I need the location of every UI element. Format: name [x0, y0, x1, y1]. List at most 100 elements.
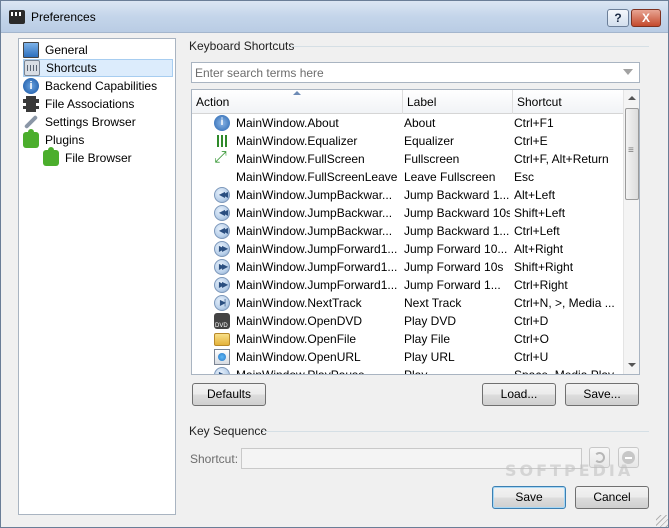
table-row[interactable]: MainWindow.FullScreenLeave Leave Fullscr…	[192, 168, 623, 186]
url-icon	[214, 349, 230, 365]
key-sequence-group-title: Key Sequence	[189, 424, 268, 438]
label-cell: Jump Backward 1...	[404, 224, 510, 238]
sort-ascending-icon	[293, 91, 301, 95]
fullscreen-icon	[214, 151, 230, 167]
resize-grip-icon[interactable]	[656, 515, 668, 527]
action-cell: MainWindow.JumpForward1...	[236, 260, 398, 274]
scroll-down-icon[interactable]	[624, 357, 639, 374]
sidebar-item-file-associations[interactable]: File Associations	[23, 95, 173, 113]
save-shortcuts-button[interactable]: Save...	[565, 383, 639, 406]
table-row[interactable]: MainWindow.OpenURL Play URL Ctrl+U	[192, 348, 623, 366]
shortcut-cell: Ctrl+D	[514, 314, 549, 328]
vertical-scrollbar[interactable]	[623, 90, 639, 374]
table-row[interactable]: MainWindow.JumpForward1... Jump Forward …	[192, 240, 623, 258]
shortcut-cell: Shift+Left	[514, 206, 566, 220]
table-row[interactable]: MainWindow.PlayPause Play Space, Media P…	[192, 366, 623, 375]
column-header-label: Action	[196, 95, 230, 109]
shortcut-cell: Space, Media Play	[514, 368, 615, 375]
table-row[interactable]: MainWindow.NextTrack Next Track Ctrl+N, …	[192, 294, 623, 312]
table-header: Action Label Shortcut	[192, 90, 623, 114]
shortcut-cell: Ctrl+N, >, Media ...	[514, 296, 615, 310]
label-cell: Play	[404, 368, 428, 375]
shortcut-cell: Ctrl+F, Alt+Return	[514, 152, 609, 166]
sidebar-item-general[interactable]: General	[23, 41, 173, 59]
action-cell: MainWindow.Equalizer	[236, 134, 358, 148]
label-cell: Jump Forward 10...	[404, 242, 508, 256]
sidebar-item-label: Plugins	[45, 133, 85, 147]
action-cell: MainWindow.About	[236, 116, 339, 130]
table-row[interactable]: MainWindow.JumpBackwar... Jump Backward …	[192, 204, 623, 222]
chevron-down-icon[interactable]	[623, 69, 633, 75]
title-bar[interactable]: Preferences ? X	[1, 1, 668, 33]
preferences-window: Preferences ? X General Shortcuts i Back…	[0, 0, 669, 528]
action-cell: MainWindow.JumpBackwar...	[236, 224, 393, 238]
label-cell: Jump Backward 1...	[404, 188, 510, 202]
play-icon	[214, 367, 230, 374]
table-row[interactable]: MainWindow.JumpBackwar... Jump Backward …	[192, 222, 623, 240]
cancel-button[interactable]: Cancel	[575, 486, 649, 509]
label-cell: Play DVD	[404, 314, 457, 328]
scroll-up-icon[interactable]	[624, 90, 639, 107]
info-icon: i	[214, 115, 230, 131]
sidebar-item-settings-browser[interactable]: Settings Browser	[23, 113, 173, 131]
shortcuts-table: Action Label Shortcut i MainWindow.About…	[191, 89, 640, 375]
column-header-shortcut[interactable]: Shortcut	[513, 90, 623, 114]
save-button[interactable]: Save	[492, 486, 566, 509]
table-row[interactable]: MainWindow.JumpForward1... Jump Forward …	[192, 258, 623, 276]
sidebar-item-label: Settings Browser	[45, 115, 136, 129]
shortcut-field-label: Shortcut:	[190, 452, 239, 466]
table-row[interactable]: MainWindow.FullScreen Fullscreen Ctrl+F,…	[192, 150, 623, 168]
sidebar-item-backend-capabilities[interactable]: i Backend Capabilities	[23, 77, 173, 95]
label-cell: Play URL	[404, 350, 455, 364]
search-field[interactable]	[191, 62, 640, 83]
sidebar-item-plugins[interactable]: Plugins	[23, 129, 173, 149]
keyboard-shortcuts-group-title: Keyboard Shortcuts	[189, 39, 295, 53]
table-row[interactable]: MainWindow.OpenFile Play File Ctrl+O	[192, 330, 623, 348]
action-cell: MainWindow.OpenDVD	[236, 314, 363, 328]
seek-forward-icon	[214, 277, 230, 293]
sidebar-item-label: File Associations	[45, 97, 135, 111]
defaults-button[interactable]: Defaults	[192, 383, 266, 406]
info-icon: i	[23, 78, 39, 94]
table-row[interactable]: MainWindow.JumpForward1... Jump Forward …	[192, 276, 623, 294]
shortcut-cell: Esc	[514, 170, 535, 184]
window-title: Preferences	[31, 10, 96, 24]
puzzle-icon	[23, 129, 39, 148]
keyboard-icon	[24, 60, 40, 76]
group-divider	[263, 431, 649, 432]
table-row[interactable]: MainWindow.OpenDVD Play DVD Ctrl+D	[192, 312, 623, 330]
close-button[interactable]: X	[631, 9, 661, 27]
action-cell: MainWindow.NextTrack	[236, 296, 362, 310]
action-cell: MainWindow.JumpBackwar...	[236, 206, 393, 220]
seek-forward-icon	[214, 241, 230, 257]
watermark: SOFTPEDIA	[505, 461, 634, 480]
label-cell: Jump Forward 1...	[404, 278, 501, 292]
monitor-icon	[23, 42, 39, 58]
puzzle-icon	[43, 147, 59, 166]
sidebar: General Shortcuts i Backend Capabilities…	[18, 38, 176, 515]
sidebar-item-shortcuts[interactable]: Shortcuts	[23, 59, 173, 77]
action-cell: MainWindow.FullScreenLeave	[236, 170, 398, 184]
label-cell: Next Track	[404, 296, 462, 310]
scroll-thumb[interactable]	[625, 108, 639, 200]
table-row[interactable]: i MainWindow.About About Ctrl+F1	[192, 114, 623, 132]
sidebar-item-label: Backend Capabilities	[45, 79, 158, 93]
film-icon	[23, 96, 39, 112]
label-cell: Equalizer	[404, 134, 455, 148]
search-input[interactable]	[192, 63, 612, 82]
table-row[interactable]: MainWindow.Equalizer Equalizer Ctrl+E	[192, 132, 623, 150]
sidebar-item-file-browser[interactable]: File Browser	[43, 147, 173, 167]
label-cell: Play File	[404, 332, 451, 346]
sidebar-item-label: Shortcuts	[46, 61, 97, 75]
load-button[interactable]: Load...	[482, 383, 556, 406]
equalizer-icon	[214, 133, 230, 149]
column-header-label[interactable]: Label	[403, 90, 513, 114]
label-cell: Jump Forward 10s	[404, 260, 504, 274]
shortcut-cell: Alt+Left	[514, 188, 556, 202]
shortcut-cell: Shift+Right	[514, 260, 574, 274]
help-button[interactable]: ?	[607, 9, 629, 27]
action-cell: MainWindow.OpenURL	[236, 350, 361, 364]
shortcut-cell: Alt+Right	[514, 242, 564, 256]
column-header-action[interactable]: Action	[192, 90, 403, 114]
table-row[interactable]: MainWindow.JumpBackwar... Jump Backward …	[192, 186, 623, 204]
